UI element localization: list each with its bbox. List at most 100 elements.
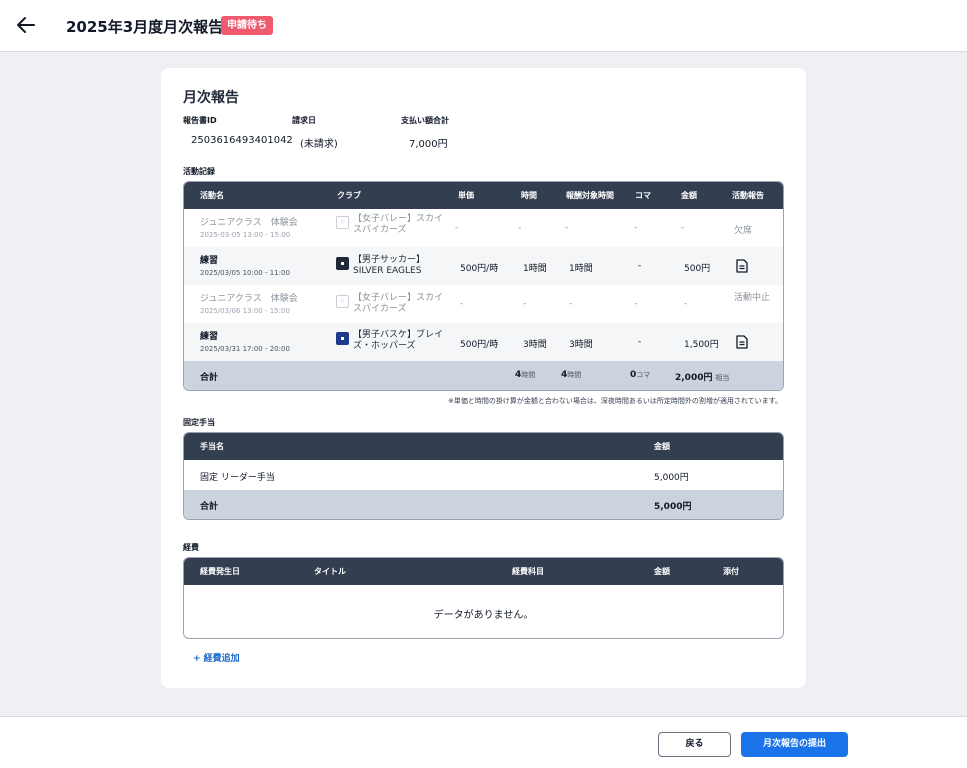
activities-total-row: 合計 4時間 4時間 0コマ 2,000円 相当	[184, 361, 783, 390]
status-badge: 申請待ち	[221, 16, 273, 35]
table-row[interactable]: 練習 2025/03/31 17:00 - 20:00 ▪ 【男子バスケ】ブレイ…	[184, 323, 783, 361]
unit-price: -	[460, 299, 464, 309]
document-icon[interactable]	[736, 335, 748, 349]
club-name: 【男子サッカー】SILVER EAGLES	[353, 255, 426, 276]
back-button[interactable]: 戻る	[658, 732, 731, 757]
koma: -	[634, 223, 638, 233]
table-row[interactable]: 練習 2025/03/05 10:00 - 11:00 ▪ 【男子サッカー】SI…	[184, 247, 783, 285]
report-id-value: 2503616493401042	[191, 135, 293, 146]
paid-hours: -	[569, 299, 573, 309]
allowance-amount: 5,000円	[654, 473, 689, 483]
unit-price: 500円/時	[460, 340, 499, 350]
col-expense-category: 経費科目	[512, 567, 544, 576]
amount: -	[684, 299, 688, 309]
total-amount: 5,000円	[654, 502, 692, 512]
hours: 1時間	[523, 264, 547, 274]
col-koma: コマ	[635, 191, 651, 200]
club: ⚐ 【女子バレー】スカイスパイカーズ	[336, 293, 449, 315]
expenses-section-label: 経費	[183, 543, 199, 552]
koma: -	[638, 261, 642, 271]
activity-datetime: 2025/03/05 10:00 - 11:00	[200, 269, 290, 277]
add-expense-link[interactable]: + 経費追加	[193, 651, 240, 664]
card-title: 月次報告	[183, 90, 239, 106]
report-id-label: 報告書ID	[183, 116, 217, 125]
club-name: 【女子バレー】スカイスパイカーズ	[353, 214, 444, 235]
activity-datetime: 2025/03/31 17:00 - 20:00	[200, 345, 290, 353]
paid-hours: 3時間	[569, 340, 593, 350]
club-logo-icon: ▪	[336, 257, 349, 270]
col-expense-date: 経費発生日	[200, 567, 240, 576]
paid-hours: -	[565, 223, 569, 233]
amount: 1,500円	[684, 340, 719, 350]
activity-name: 練習	[200, 256, 219, 266]
club-logo-icon: ⚐	[336, 295, 349, 308]
club-logo-icon: ▪	[336, 332, 349, 345]
col-allowance-name: 手当名	[200, 442, 224, 451]
activities-table: 活動名 クラブ 単価 時間 報酬対象時間 コマ 金額 活動報告 ジュニアクラス …	[183, 181, 784, 391]
col-paid-hours: 報酬対象時間	[566, 191, 614, 200]
allowance-name: 固定 リーダー手当	[200, 473, 275, 483]
club: ▪ 【男子バスケ】ブレイズ・ホッパーズ	[336, 330, 449, 352]
col-expense-attachment: 添付	[723, 567, 739, 576]
report-card: 月次報告 報告書ID 2503616493401042 請求日 (未請求) 支払…	[161, 68, 806, 688]
total-label: 合計	[200, 502, 219, 512]
col-amount: 金額	[681, 191, 697, 200]
billing-date-value: (未請求)	[300, 139, 338, 150]
activity-datetime: 2025-03-05 13:00 - 15:00	[200, 231, 291, 239]
allowances-table-header: 手当名 金額	[184, 433, 783, 460]
col-activity-report: 活動報告	[732, 191, 764, 200]
total-label: 合計	[200, 373, 219, 383]
koma: -	[638, 337, 642, 347]
allowances-section-label: 固定手当	[183, 418, 215, 427]
col-allowance-amount: 金額	[654, 442, 670, 451]
col-unit-price: 単価	[458, 191, 474, 200]
col-hours: 時間	[521, 191, 537, 200]
amount: -	[681, 223, 685, 233]
table-row[interactable]: 固定 リーダー手当 5,000円	[184, 460, 783, 490]
footer-bar: 戻る 月次報告の提出	[0, 716, 967, 768]
page-title: 2025年3月度月次報告	[66, 18, 224, 36]
submit-report-button[interactable]: 月次報告の提出	[741, 732, 848, 757]
total-amount: 2,000円 相当	[675, 373, 730, 383]
club-name: 【男子バスケ】ブレイズ・ホッパーズ	[353, 330, 444, 351]
allowances-total-row: 合計 5,000円	[184, 490, 783, 519]
report-status: 活動中止	[734, 293, 771, 303]
unit-price: -	[455, 223, 459, 233]
club-logo-icon: ⚐	[336, 216, 349, 229]
top-bar: 2025年3月度月次報告 申請待ち	[0, 0, 967, 52]
activity-name: ジュニアクラス 体験会	[200, 218, 298, 228]
col-expense-title: タイトル	[314, 567, 346, 576]
allowances-table: 手当名 金額 固定 リーダー手当 5,000円 合計 5,000円	[183, 432, 784, 520]
paid-hours: 1時間	[569, 264, 593, 274]
unit-price: 500円/時	[460, 264, 499, 274]
hours: -	[518, 223, 522, 233]
payment-total-value: 7,000円	[409, 139, 448, 150]
back-arrow-icon[interactable]	[14, 13, 38, 37]
total-paid-hours: 4時間	[561, 370, 582, 380]
activity-datetime: 2025/03/06 13:00 - 15:00	[200, 307, 290, 315]
col-club: クラブ	[337, 191, 361, 200]
activity-name: ジュニアクラス 体験会	[200, 294, 298, 304]
amount: 500円	[684, 264, 711, 274]
club: ⚐ 【女子バレー】スカイスパイカーズ	[336, 214, 449, 236]
empty-message: データがありません。	[433, 610, 534, 621]
total-koma: 0コマ	[630, 370, 651, 380]
billing-date-label: 請求日	[292, 116, 316, 125]
table-row[interactable]: ジュニアクラス 体験会 2025-03-05 13:00 - 15:00 ⚐ 【…	[184, 209, 783, 247]
club: ▪ 【男子サッカー】SILVER EAGLES	[336, 255, 449, 277]
hours: 3時間	[523, 340, 547, 350]
calculation-note: ※単価と時間の掛け算が金額と合わない場合は、深夜時間あるいは所定時間外の割増が適…	[448, 397, 782, 405]
total-hours: 4時間	[515, 370, 536, 380]
document-icon[interactable]	[736, 259, 748, 273]
expenses-table-header: 経費発生日 タイトル 経費科目 金額 添付	[184, 558, 783, 585]
col-expense-amount: 金額	[654, 567, 670, 576]
hours: -	[523, 299, 527, 309]
payment-total-label: 支払い額合計	[401, 116, 449, 125]
expenses-table: 経費発生日 タイトル 経費科目 金額 添付 データがありません。	[183, 557, 784, 639]
col-activity-name: 活動名	[200, 191, 224, 200]
table-row[interactable]: ジュニアクラス 体験会 2025/03/06 13:00 - 15:00 ⚐ 【…	[184, 285, 783, 323]
activity-name: 練習	[200, 332, 219, 342]
activities-table-header: 活動名 クラブ 単価 時間 報酬対象時間 コマ 金額 活動報告	[184, 182, 783, 209]
activities-section-label: 活動記録	[183, 167, 215, 176]
club-name: 【女子バレー】スカイスパイカーズ	[353, 293, 444, 314]
